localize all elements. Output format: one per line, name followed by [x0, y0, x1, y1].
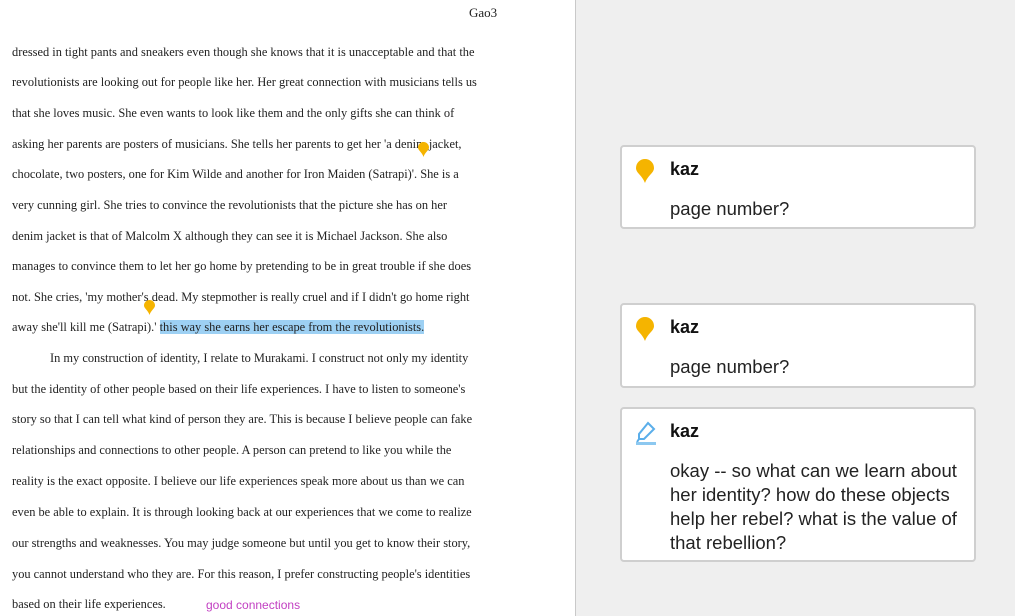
text-line: story so that I can tell what kind of pe…	[12, 412, 473, 426]
comment-pin-icon[interactable]	[144, 300, 155, 315]
text-line: manages to convince them to let her go h…	[12, 259, 472, 273]
text-line: our strengths and weaknesses. You may ju…	[12, 536, 471, 550]
comment-card[interactable]: kaz page number?	[620, 145, 976, 229]
page-header: Gao3	[469, 5, 498, 20]
text-line: based on their life experiences.	[12, 597, 166, 611]
comment-author: kaz	[670, 159, 700, 179]
highlighter-pen-icon	[636, 421, 656, 445]
text-line: reality is the exact opposite. I believe…	[12, 474, 465, 488]
text-line: denim jacket is that of Malcolm X althou…	[12, 229, 448, 243]
text-line: dressed in tight pants and sneakers even…	[12, 45, 475, 59]
text-line: relationships and connections to other p…	[12, 443, 452, 457]
comment-text: page number?	[670, 198, 790, 219]
text-segment: away she'll kill me (Satrapi).'	[12, 320, 160, 334]
comment-pin-icon[interactable]	[418, 142, 429, 157]
text-line: revolutionists are looking out for peopl…	[12, 75, 477, 89]
document-page: Gao3 dressed in tight pants and sneakers…	[0, 0, 575, 616]
inline-note[interactable]: good connections	[206, 598, 300, 612]
comment-author: kaz	[670, 421, 700, 441]
comment-text: okay -- so what can we learn about her i…	[670, 460, 957, 553]
highlighted-text[interactable]: this way she earns her escape from the r…	[159, 320, 425, 334]
text-line: even be able to explain. It is through l…	[12, 505, 472, 519]
comment-text: page number?	[670, 356, 790, 377]
text-line: you cannot understand who they are. For …	[12, 567, 471, 581]
comment-author: kaz	[670, 317, 700, 337]
text-line: In my construction of identity, I relate…	[50, 351, 469, 365]
text-line: but the identity of other people based o…	[12, 382, 466, 396]
text-line: away she'll kill me (Satrapi).' this way…	[12, 319, 425, 335]
text-line: not. She cries, 'my mother's dead. My st…	[12, 290, 470, 304]
text-line: very cunning girl. She tries to convince…	[12, 198, 447, 212]
map-pin-icon	[636, 317, 654, 341]
comment-card[interactable]: kaz page number?	[620, 303, 976, 388]
text-line: asking her parents are posters of musici…	[12, 137, 462, 151]
map-pin-icon	[636, 159, 654, 183]
text-line: chocolate, two posters, one for Kim Wild…	[12, 167, 459, 181]
comment-card[interactable]: kaz okay -- so what can we learn about h…	[620, 407, 976, 562]
text-line: that she loves music. She even wants to …	[12, 106, 455, 120]
